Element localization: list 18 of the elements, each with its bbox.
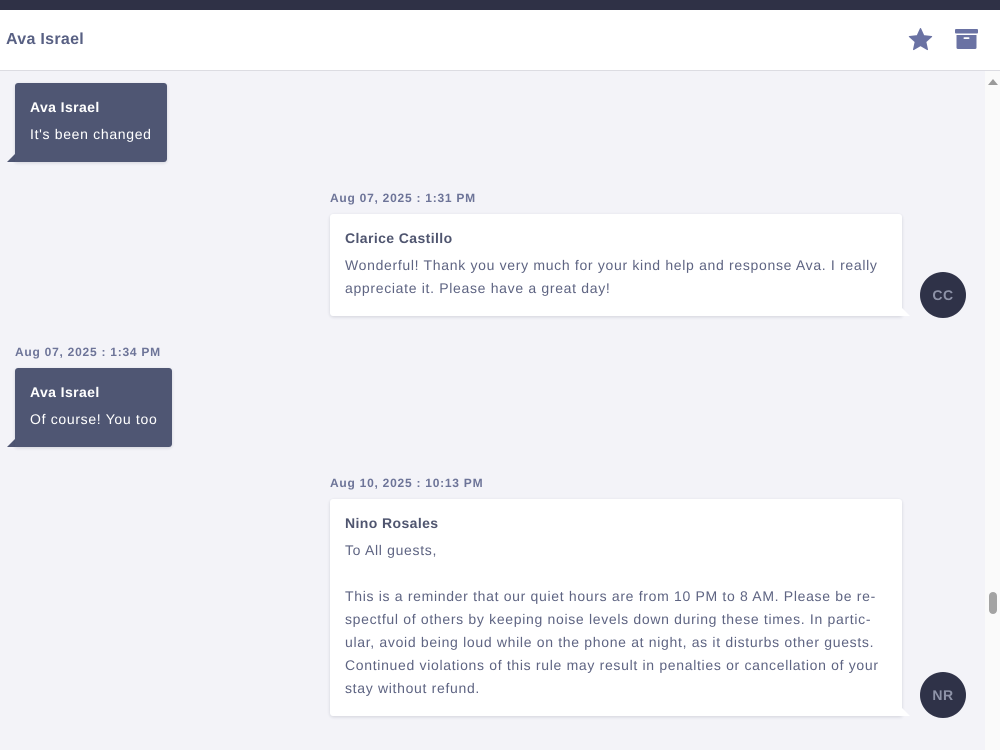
scrollbar-thumb[interactable] xyxy=(988,592,996,614)
user-avatar: CC xyxy=(920,272,966,318)
message-text: To All guests, This is a reminder that our quiet hours are from 10 PM to 8 AM. Please be re-spectful of others by keeping noise levels down during these times. In partic-ular, avoid being loud while on the phone at night, as it disturbs other guests. Continued violations of this rule may result in penalties or cancellation of your stay without refund. xyxy=(345,541,880,698)
sender-name: Ava Israel xyxy=(30,98,101,117)
star-icon[interactable] xyxy=(908,28,933,52)
sender-name: Ava Israel xyxy=(30,383,101,402)
archive-box-icon[interactable] xyxy=(955,29,978,49)
message-timestamp: Aug 07, 2025 : 1:31 PM xyxy=(330,191,476,205)
message-text: Wonderful! Thank you very much for your kind help and response Ava. I really appreciate it. Please have a great day! xyxy=(345,256,879,298)
conversation-title: Ava Israel xyxy=(6,31,84,49)
scroll-up-arrow-icon[interactable] xyxy=(988,79,998,85)
message-timestamp: Aug 10, 2025 : 10:13 PM xyxy=(330,476,484,490)
message-timestamp: Aug 07, 2025 : 1:34 PM xyxy=(15,345,161,359)
message-text: It's been changed xyxy=(30,125,152,144)
user-avatar: NR xyxy=(920,672,966,718)
sender-name: Clarice Castillo xyxy=(345,229,454,248)
sender-name: Nino Rosales xyxy=(345,514,440,533)
message-text: Of course! You too xyxy=(30,410,158,429)
